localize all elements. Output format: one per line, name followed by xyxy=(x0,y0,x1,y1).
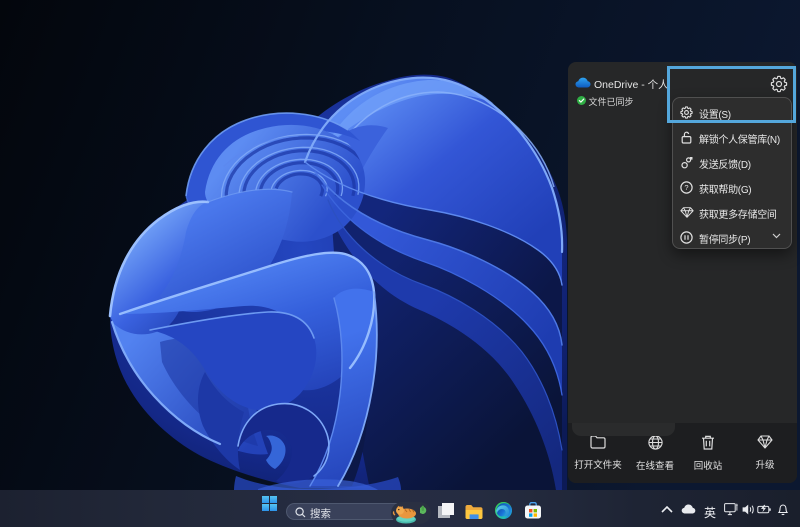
svg-text:?: ? xyxy=(684,183,688,192)
